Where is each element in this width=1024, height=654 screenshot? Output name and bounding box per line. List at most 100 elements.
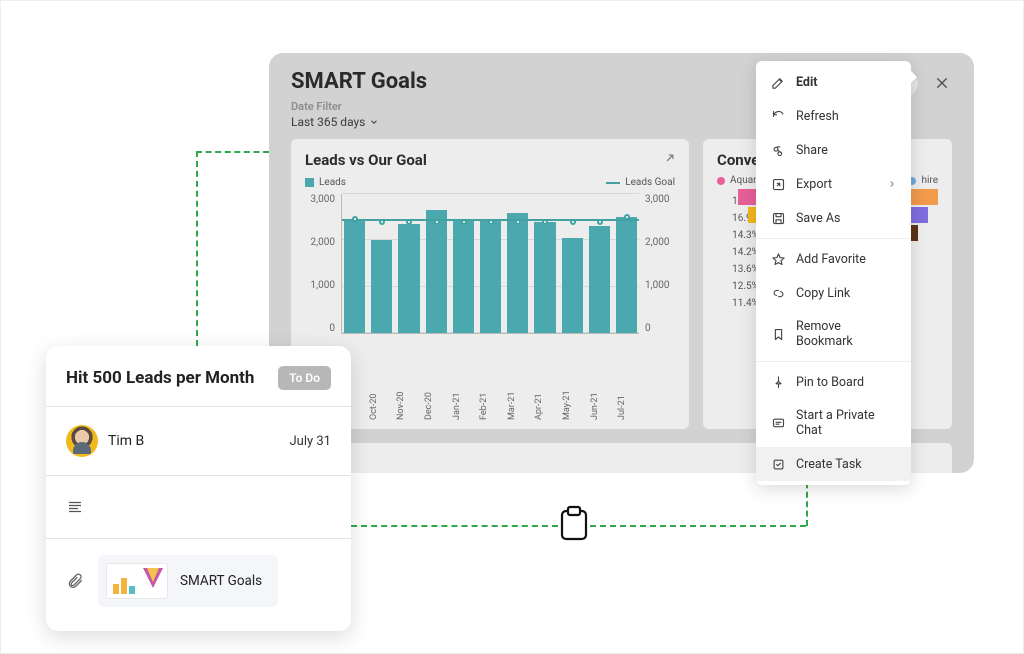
chart-bar	[371, 240, 392, 333]
menu-start-a-private-chat[interactable]: Start a Private Chat	[756, 399, 911, 447]
menu-remove-bookmark[interactable]: Remove Bookmark	[756, 310, 911, 358]
menu-copy-link[interactable]: Copy Link	[756, 276, 911, 310]
goal-marker	[597, 219, 603, 225]
star-icon	[770, 251, 786, 267]
chart-bar	[562, 238, 583, 333]
chart-bar	[616, 217, 637, 333]
menu-item-label: Refresh	[796, 109, 839, 124]
goal-marker	[379, 219, 385, 225]
goal-marker	[488, 219, 494, 225]
x-tick: May-21	[562, 378, 584, 420]
expand-icon[interactable]	[663, 151, 677, 165]
goal-marker	[434, 219, 440, 225]
date-filter-text: Last 365 days	[291, 115, 365, 129]
paperclip-icon	[66, 572, 84, 590]
y-tick: 2,000	[645, 237, 675, 248]
goal-marker	[461, 219, 467, 225]
share-icon	[770, 142, 786, 158]
attachment-label: SMART Goals	[180, 573, 262, 589]
task-status-badge[interactable]: To Do	[278, 366, 331, 390]
bookmark-icon	[770, 326, 786, 342]
legend-leads-goal: Leads Goal	[606, 177, 675, 188]
menu-pin-to-board[interactable]: Pin to Board	[756, 365, 911, 399]
conversion-legend-3: hire	[921, 175, 938, 186]
x-axis: Sep-20Oct-20Nov-20Dec-20Jan-21Feb-21Mar-…	[341, 378, 639, 420]
chart-bar	[453, 219, 474, 333]
chevron-down-icon	[369, 117, 379, 127]
y-axis-left: 3,000 2,000 1,000 0	[305, 194, 341, 334]
pencil-icon	[770, 74, 786, 90]
connector-segment	[590, 525, 806, 527]
attachment-thumbnail	[106, 563, 168, 599]
menu-item-label: Add Favorite	[796, 252, 866, 267]
x-tick: Feb-21	[479, 378, 501, 420]
connector-segment	[351, 525, 558, 527]
connector-segment	[196, 151, 269, 153]
menu-item-label: Remove Bookmark	[796, 319, 897, 349]
export-icon	[770, 176, 786, 192]
legend-leads-label: Leads	[319, 177, 346, 188]
chat-icon	[770, 415, 786, 431]
chart-bar	[589, 226, 610, 333]
menu-refresh[interactable]: Refresh	[756, 99, 911, 133]
x-tick: Mar-21	[507, 378, 529, 420]
menu-item-label: Share	[796, 143, 828, 158]
goal-marker	[542, 219, 548, 225]
menu-create-task[interactable]: Create Task	[756, 447, 911, 481]
task-assignee[interactable]: Tim B	[66, 425, 144, 457]
connector-segment	[196, 151, 198, 346]
y-tick: 3,000	[305, 194, 335, 205]
menu-item-label: Save As	[796, 211, 840, 226]
menu-item-label: Pin to Board	[796, 375, 864, 390]
legend-leads: Leads	[305, 177, 346, 188]
menu-add-favorite[interactable]: Add Favorite	[756, 242, 911, 276]
clipboard-icon	[558, 505, 590, 543]
menu-edit[interactable]: Edit	[756, 65, 911, 99]
menu-item-label: Create Task	[796, 457, 862, 472]
x-tick: Apr-21	[534, 378, 556, 420]
refresh-icon	[770, 108, 786, 124]
pin-icon	[770, 374, 786, 390]
menu-save-as[interactable]: Save As	[756, 201, 911, 235]
goal-marker	[515, 219, 521, 225]
menu-item-label: Copy Link	[796, 286, 850, 301]
task-due-date: July 31	[290, 434, 332, 449]
menu-share[interactable]: Share	[756, 133, 911, 167]
x-tick: Nov-20	[396, 378, 418, 420]
close-icon	[934, 75, 950, 91]
y-tick: 0	[645, 323, 675, 334]
y-tick: 1,000	[305, 280, 335, 291]
menu-item-label: Export	[796, 177, 832, 192]
y-tick: 1,000	[645, 280, 675, 291]
chart-bar	[534, 222, 555, 333]
goal-marker	[624, 214, 630, 220]
y-tick: 0	[305, 323, 335, 334]
x-tick: Jan-21	[452, 378, 474, 420]
legend-goal-label: Leads Goal	[625, 177, 675, 188]
save-icon	[770, 210, 786, 226]
task-title: Hit 500 Leads per Month	[66, 368, 254, 388]
goal-marker	[570, 219, 576, 225]
link-icon	[770, 285, 786, 301]
close-button[interactable]	[928, 69, 956, 97]
goal-marker	[352, 216, 358, 222]
goal-marker	[406, 219, 412, 225]
chart-bar	[426, 210, 447, 333]
task-attachment[interactable]: SMART Goals	[98, 555, 278, 607]
leads-chart: 3,000 2,000 1,000 0 3,000 2,000 1,000 0	[305, 194, 675, 374]
chart-bar	[398, 224, 419, 333]
chart-bar	[507, 213, 528, 333]
avatar	[66, 425, 98, 457]
chart-bar	[344, 219, 365, 333]
y-tick: 3,000	[645, 194, 675, 205]
chevron-right-icon	[887, 179, 897, 189]
chart-plot	[341, 194, 639, 334]
x-tick: Jul-21	[617, 378, 639, 420]
menu-export[interactable]: Export	[756, 167, 911, 201]
chart-bar	[480, 219, 501, 333]
x-tick: Oct-20	[369, 378, 391, 420]
y-tick: 2,000	[305, 237, 335, 248]
description-icon[interactable]	[66, 498, 84, 516]
task-card: Hit 500 Leads per Month To Do Tim B July…	[46, 346, 351, 631]
leads-panel-title: Leads vs Our Goal	[305, 151, 675, 169]
